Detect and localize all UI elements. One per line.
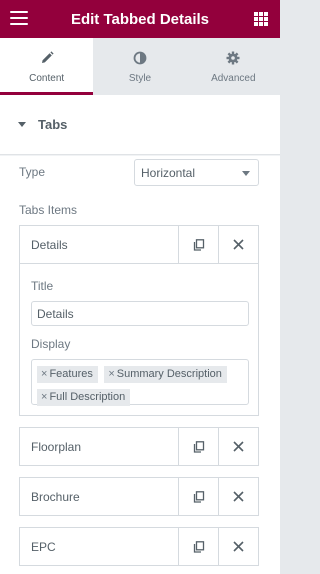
copy-icon [193,540,204,553]
section-tabs-toggle[interactable]: Tabs [0,95,280,155]
type-label: Type [19,165,46,179]
repeater-item-brochure: Brochure [19,477,259,516]
chip-remove-icon[interactable]: × [108,368,114,380]
pencil-icon [38,49,56,67]
panel-tabs: Content Style Advanced [0,38,280,95]
remove-button[interactable] [218,528,258,565]
close-icon [233,441,244,452]
grid-icon[interactable] [254,12,268,26]
repeater-item-details: Details [19,225,259,264]
remove-button[interactable] [218,478,258,515]
display-chip[interactable]: × Summary Description [104,366,227,383]
display-chip[interactable]: × Features [37,366,98,383]
chip-label: Summary Description [116,368,222,380]
chip-label: Full Description [49,391,126,403]
remove-button[interactable] [218,428,258,465]
duplicate-button[interactable] [178,428,218,465]
controls-panel: Tabs Type Horizontal Tabs Items Details … [0,95,280,574]
duplicate-button[interactable] [178,528,218,565]
duplicate-button[interactable] [178,478,218,515]
repeater-item-epc: EPC [19,527,259,566]
chip-label: Features [49,368,93,380]
gear-icon [224,49,242,67]
chip-remove-icon[interactable]: × [41,368,47,380]
tab-content-label: Content [29,73,65,84]
caret-down-icon [18,122,26,127]
close-icon [233,541,244,552]
type-control: Type Horizontal [19,159,259,186]
type-select-value: Horizontal [141,166,196,180]
repeater-item-title[interactable]: Floorplan [20,428,178,465]
chevron-down-icon [242,171,250,176]
copy-icon [193,490,204,503]
repeater-item-floorplan: Floorplan [19,427,259,466]
repeater-item-title[interactable]: EPC [20,528,178,565]
tabs-items-label: Tabs Items [19,203,78,217]
title-input[interactable]: Details [31,301,249,326]
type-select[interactable]: Horizontal [134,159,259,186]
display-multiselect[interactable]: × Features × Summary Description × Full Des… [31,359,249,406]
chip-remove-icon[interactable]: × [41,391,47,403]
copy-icon [193,238,204,251]
tab-advanced-label: Advanced [211,73,256,84]
title-field-label: Title [31,279,54,293]
tab-style-label: Style [128,73,152,84]
display-field-label: Display [31,337,71,351]
section-title: Tabs [38,117,68,132]
display-chip[interactable]: × Full Description [37,389,131,406]
copy-icon [193,440,204,453]
half-circle-icon [131,49,149,67]
editor-header: Edit Tabbed Details [0,0,280,38]
tab-content[interactable]: Content [0,38,94,95]
duplicate-button[interactable] [178,226,218,263]
tab-advanced[interactable]: Advanced [187,38,280,95]
repeater-item-title[interactable]: Brochure [20,478,178,515]
close-icon [233,491,244,502]
repeater-item-details-fields: Title Details Display × Features × Summary… [19,264,259,416]
panel-title: Edit Tabbed Details [70,11,210,28]
tab-style[interactable]: Style [93,38,186,95]
close-icon [233,239,244,250]
repeater-item-title[interactable]: Details [20,226,178,263]
remove-button[interactable] [218,226,258,263]
